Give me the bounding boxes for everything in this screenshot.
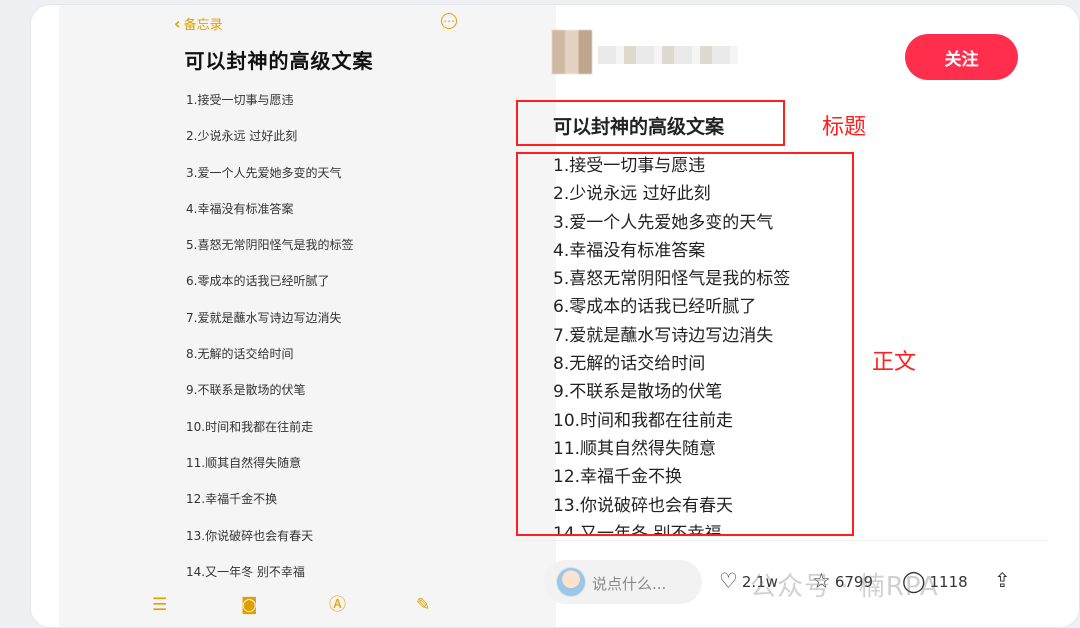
note-item: 13.你说破碎也会有春天 — [186, 528, 314, 543]
note-item: 9.不联系是散场的伏笔 — [186, 383, 306, 398]
footer-divider — [516, 540, 1048, 541]
user-avatar — [556, 567, 586, 597]
note-list: 1.接受一切事与愿违 2.少说永远 过好此刻 3.爱一个人先爱她多变的天气 4.… — [186, 90, 353, 598]
comment-placeholder[interactable]: 说点什么... — [592, 573, 666, 594]
heart-icon: ♡ — [719, 569, 738, 593]
chevron-left-icon: ‹ — [174, 13, 181, 33]
camera-icon[interactable]: ◙ — [241, 597, 258, 614]
note-item: 11.顺其自然得失随意 — [186, 455, 302, 470]
back-label: 备忘录 — [183, 18, 223, 33]
note-item: 2.少说永远 过好此刻 — [186, 129, 298, 144]
checklist-icon[interactable]: ☰ — [152, 597, 167, 614]
note-screenshot: ‹ 备忘录 ⋯ 可以封神的高级文案 1.接受一切事与愿违 2.少说永远 过好此刻… — [59, 5, 556, 627]
note-title: 可以封神的高级文案 — [184, 49, 374, 73]
body-annotation-box — [516, 152, 854, 536]
title-annotation-box — [516, 100, 785, 146]
note-item: 4.幸福没有标准答案 — [186, 201, 294, 216]
star-icon: ☆ — [812, 569, 831, 593]
title-annotation-label: 标题 — [822, 115, 867, 140]
like-count: 2.1w — [741, 572, 778, 591]
note-toolbar: ☰ ◙ Ⓐ ✎ — [59, 593, 556, 623]
note-item: 6.零成本的话我已经听腻了 — [186, 274, 330, 289]
follow-button[interactable]: 关注 — [905, 34, 1018, 80]
like-button[interactable]: ♡ 2.1w — [719, 571, 778, 592]
author-avatar[interactable] — [552, 30, 592, 74]
note-item: 12.幸福千金不换 — [186, 492, 278, 507]
note-item: 1.接受一切事与愿违 — [186, 93, 294, 107]
favorite-button[interactable]: ☆ 6799 — [812, 571, 873, 592]
body-annotation-label: 正文 — [872, 350, 917, 375]
more-icon[interactable]: ⋯ — [441, 13, 457, 29]
note-item: 10.时间和我都在往前走 — [186, 419, 314, 434]
comment-bubble-icon: ◯ — [902, 569, 926, 593]
note-item: 3.爱一个人先爱她多变的天气 — [186, 165, 342, 180]
share-icon[interactable]: ⇪ — [994, 570, 1011, 590]
note-item: 5.喜怒无常阴阳怪气是我的标签 — [186, 238, 354, 253]
author-name-blurred[interactable] — [598, 46, 738, 64]
note-item: 7.爱就是蘸水写诗边写边消失 — [186, 310, 342, 325]
markup-icon[interactable]: Ⓐ — [329, 597, 346, 614]
compose-icon[interactable]: ✎ — [416, 597, 430, 614]
comment-count: 1118 — [929, 572, 968, 591]
comment-button[interactable]: ◯ 1118 — [902, 571, 968, 592]
favorite-count: 6799 — [834, 572, 874, 591]
back-button[interactable]: ‹ 备忘录 — [174, 14, 223, 33]
note-item: 8.无解的话交给时间 — [186, 347, 294, 362]
